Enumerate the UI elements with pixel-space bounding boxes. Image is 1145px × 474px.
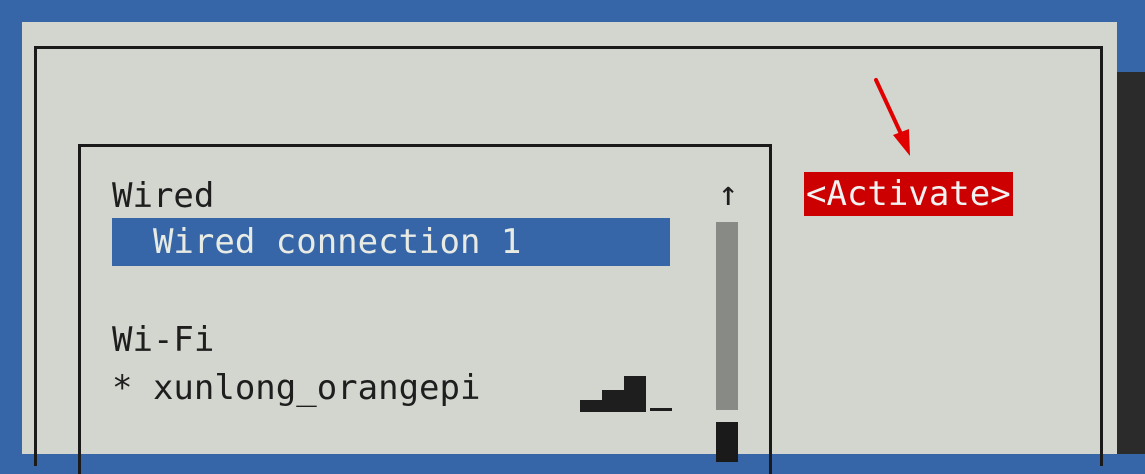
- scrollbar-thumb[interactable]: [716, 422, 738, 462]
- window-shadow: [1117, 72, 1145, 454]
- list-item-xunlong-orangepi[interactable]: * xunlong_orangepi: [112, 366, 480, 410]
- list-item-wired-connection-1[interactable]: Wired connection 1: [112, 218, 670, 266]
- wifi-signal-strength-icon: [580, 376, 672, 412]
- section-header-wifi: Wi-Fi: [112, 320, 215, 360]
- scrollbar-track[interactable]: [716, 222, 738, 410]
- scroll-up-arrow-icon[interactable]: ↑: [718, 172, 738, 216]
- annotation-arrow-icon: [874, 78, 910, 156]
- section-header-wired: Wired: [112, 176, 215, 216]
- activate-button[interactable]: <Activate>: [804, 172, 1013, 216]
- list-item-label: Wired connection 1: [112, 222, 522, 262]
